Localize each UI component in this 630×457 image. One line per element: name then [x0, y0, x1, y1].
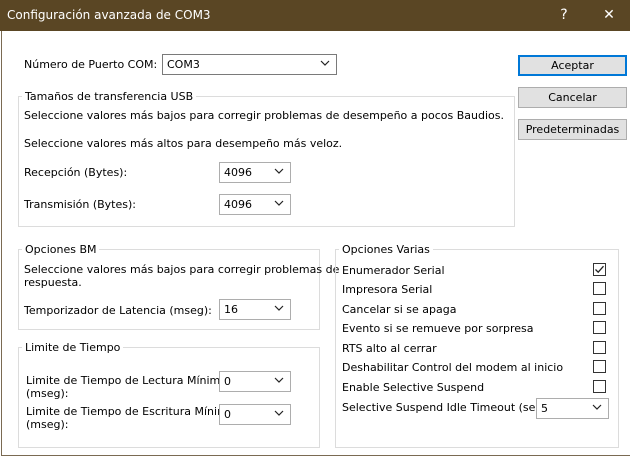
suspend-timeout-select[interactable]: 5: [536, 398, 609, 419]
suspend-timeout-value: 5: [541, 402, 548, 415]
write-timeout-label-line1: Limite de Tiempo de Escritura Mínimo: [26, 405, 235, 418]
cancel-button[interactable]: Cancelar: [518, 87, 627, 108]
com-port-label: Número de Puerto COM:: [24, 58, 158, 71]
com-port-select[interactable]: COM3: [162, 54, 337, 75]
option-label-rts-on-close: RTS alto al cerrar: [342, 342, 437, 355]
chevron-down-icon: [274, 410, 284, 416]
chevron-down-icon: [274, 200, 284, 206]
rx-size-value: 4096: [224, 166, 252, 179]
checkbox-rts-on-close[interactable]: [593, 341, 606, 354]
latency-label: Temporizador de Latencia (mseg):: [24, 304, 212, 317]
tx-label: Transmisión (Bytes):: [24, 198, 136, 211]
checkbox-surprise-removal[interactable]: [593, 321, 606, 334]
bm-hint-line1: Seleccione valores más bajos para correg…: [24, 263, 340, 276]
chevron-down-icon: [274, 168, 284, 174]
rx-size-select[interactable]: 4096: [219, 162, 291, 183]
latency-select[interactable]: 16: [219, 299, 291, 320]
usb-hint-high: Seleccione valores más altos para desemp…: [24, 137, 343, 150]
checkbox-cancel-if-power-off[interactable]: [593, 302, 606, 315]
option-label-selective-suspend: Enable Selective Suspend: [342, 381, 485, 394]
checkbox-selective-suspend[interactable]: [593, 380, 606, 393]
title-bar: Configuración avanzada de COM3 ? ✕: [0, 0, 630, 31]
write-timeout-select[interactable]: 0: [219, 404, 291, 425]
dialog-body: Número de Puerto COM: COM3 Aceptar Cance…: [1, 31, 630, 456]
bm-group-title: Opciones BM: [22, 243, 100, 256]
tx-size-value: 4096: [224, 198, 252, 211]
read-timeout-label-line2: (mseg):: [26, 387, 69, 400]
chevron-down-icon: [274, 377, 284, 383]
chevron-down-icon: [592, 404, 602, 410]
option-label-disable-modem-ctrl: Deshabilitar Control del modem al inicio: [342, 361, 564, 374]
rx-label: Recepción (Bytes):: [24, 166, 128, 179]
checkmark-icon: [595, 265, 604, 274]
checkbox-serial-printer[interactable]: [593, 282, 606, 295]
checkbox-disable-modem-ctrl[interactable]: [593, 360, 606, 373]
timeouts-group-title: Limite de Tiempo: [22, 341, 124, 354]
chevron-down-icon: [274, 305, 284, 311]
usb-group-title: Tamaños de transferencia USB: [22, 90, 197, 103]
read-timeout-label-line1: Limite de Tiempo de Lectura Mínimo: [26, 374, 227, 387]
tx-size-select[interactable]: 4096: [219, 194, 291, 215]
option-label-serial-enumerator: Enumerador Serial: [342, 264, 445, 277]
help-button[interactable]: ?: [541, 0, 587, 31]
accept-button[interactable]: Aceptar: [518, 55, 627, 76]
write-timeout-value: 0: [224, 408, 231, 421]
option-label-cancel-if-power-off: Cancelar si se apaga: [342, 303, 457, 316]
suspend-timeout-label: Selective Suspend Idle Timeout (secs):: [342, 401, 556, 414]
window-title: Configuración avanzada de COM3: [7, 8, 211, 22]
usb-hint-low: Seleccione valores más bajos para correg…: [24, 109, 504, 122]
option-label-serial-printer: Impresora Serial: [342, 283, 433, 296]
latency-value: 16: [224, 303, 238, 316]
com-port-value: COM3: [167, 58, 200, 71]
chevron-down-icon: [320, 60, 330, 66]
defaults-button[interactable]: Predeterminadas: [518, 119, 627, 140]
misc-group-title: Opciones Varias: [339, 243, 433, 256]
checkbox-serial-enumerator[interactable]: [593, 263, 606, 276]
read-timeout-select[interactable]: 0: [219, 371, 291, 392]
read-timeout-value: 0: [224, 375, 231, 388]
write-timeout-label-line2: (mseg):: [26, 418, 69, 431]
close-button[interactable]: ✕: [586, 0, 630, 31]
bm-hint-line2: respuesta.: [24, 276, 82, 289]
option-label-surprise-removal: Evento si se remueve por sorpresa: [342, 322, 534, 335]
